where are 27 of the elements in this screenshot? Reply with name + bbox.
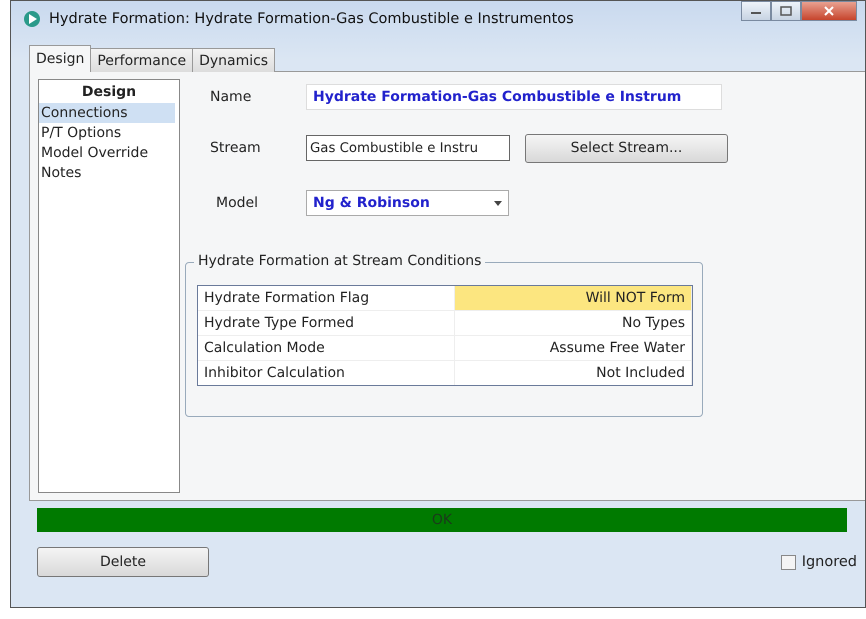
stream-field[interactable]: Gas Combustible e Instru [306,135,510,161]
sidebar-item[interactable]: Model Override [39,143,175,163]
field-label: Model [215,195,260,211]
sidebar-item[interactable]: Notes [39,163,175,183]
table-cell: Assume Free Water [454,336,692,360]
table-cell: No Types [454,311,692,335]
field-label: Name [210,89,252,105]
table-cell: Will NOT Form [454,286,692,310]
table-cell: Not Included [454,361,692,385]
sidebar-item[interactable]: Connections [39,103,175,123]
status-bar: OK [37,508,847,532]
window-title: Hydrate Formation: Hydrate Formation-Gas Combustible e Instrumentos [49,11,574,27]
tab[interactable]: Performance [90,48,194,72]
table-cell: Calculation Mode [198,336,455,360]
sidebar-item[interactable]: P/T Options [39,123,175,143]
group-title: Hydrate Formation at Stream Conditions [194,253,486,269]
name-field[interactable]: Hydrate Formation-Gas Combustible e Instrum [306,84,722,110]
checkbox-label: Ignored [802,554,857,570]
select-stream-button[interactable]: Select Stream... [525,134,728,162]
sidebar-heading: Design [80,83,138,102]
delete-button[interactable]: Delete [37,547,209,577]
model-dropdown[interactable]: Ng & Robinson [306,190,509,216]
field-label: Stream [210,140,262,156]
tab[interactable]: Design [29,45,92,72]
table-cell: Inhibitor Calculation [198,361,455,385]
tab[interactable]: Dynamics [192,48,276,72]
table-cell: Hydrate Type Formed [198,311,455,335]
